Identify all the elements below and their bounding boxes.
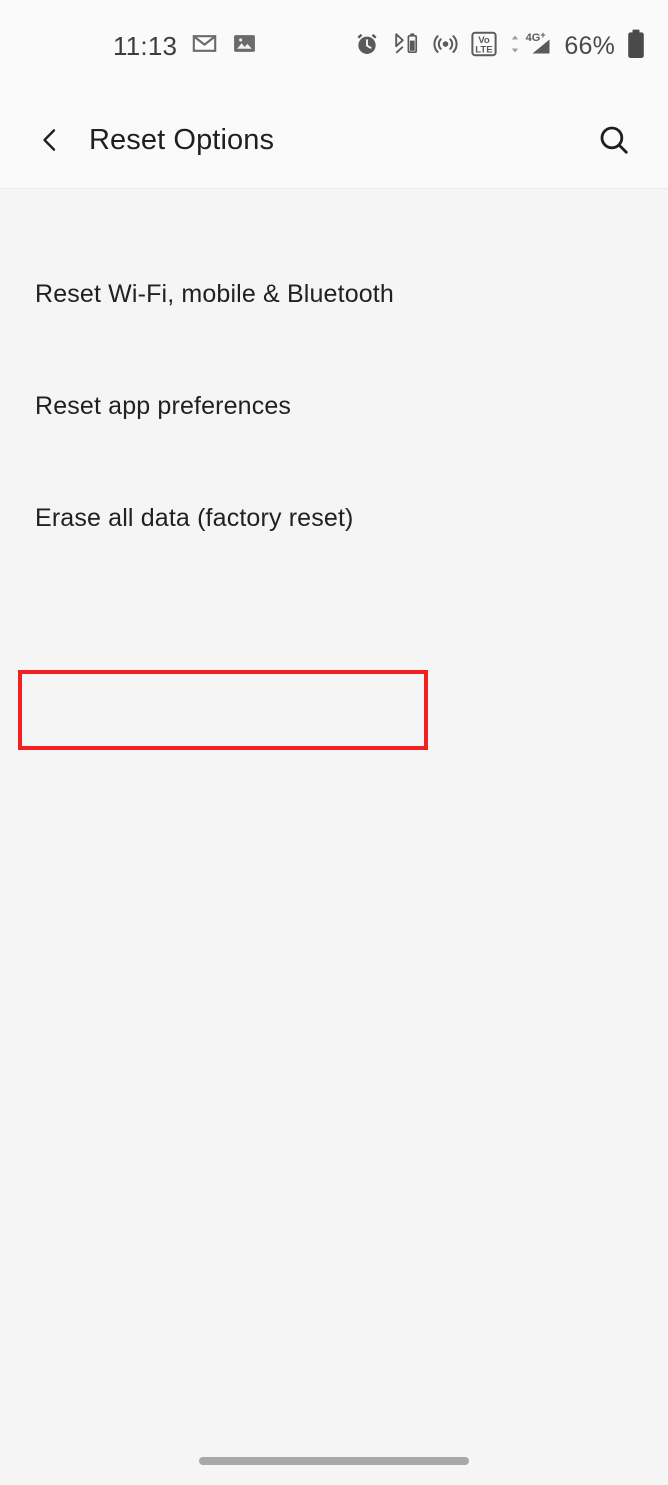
mobile-signal-icon: 4G + <box>509 30 553 63</box>
battery-icon <box>626 29 646 64</box>
svg-text:4G: 4G <box>526 32 541 44</box>
list-item-reset-network[interactable]: Reset Wi-Fi, mobile & Bluetooth <box>0 238 668 350</box>
svg-text:LTE: LTE <box>476 44 494 55</box>
status-bar: 11:13 Vo LTE 4G + 66% <box>0 0 668 92</box>
list-item-reset-app-preferences[interactable]: Reset app preferences <box>0 350 668 462</box>
battery-percent-label: 66% <box>564 31 615 60</box>
svg-text:+: + <box>541 30 546 40</box>
search-button[interactable] <box>585 111 643 169</box>
annotation-highlight-box <box>18 670 428 750</box>
photos-icon <box>232 31 257 61</box>
gesture-nav-bar <box>0 1433 668 1485</box>
list-item-label: Erase all data (factory reset) <box>35 503 354 532</box>
status-bar-right: Vo LTE 4G + 66% <box>354 29 646 64</box>
list-item-label: Reset Wi-Fi, mobile & Bluetooth <box>35 279 394 308</box>
bluetooth-battery-icon <box>391 31 421 62</box>
search-icon <box>600 126 628 154</box>
list-item-label: Reset app preferences <box>35 391 292 420</box>
app-bar: Reset Options <box>0 92 668 189</box>
gmail-icon <box>191 30 218 62</box>
reset-options-list: Reset Wi-Fi, mobile & Bluetooth Reset ap… <box>0 190 668 574</box>
status-clock: 11:13 <box>113 31 178 61</box>
page-title: Reset Options <box>89 123 275 156</box>
alarm-icon <box>354 31 380 62</box>
status-bar-left: 11:13 <box>113 30 257 62</box>
chevron-left-icon <box>43 129 56 151</box>
hotspot-icon <box>432 30 459 62</box>
back-button[interactable] <box>22 112 78 168</box>
settings-content: Reset Wi-Fi, mobile & Bluetooth Reset ap… <box>0 190 668 1485</box>
volte-icon: Vo LTE <box>470 30 498 63</box>
list-item-erase-all-data[interactable]: Erase all data (factory reset) <box>0 462 668 574</box>
home-gesture-pill[interactable] <box>199 1457 469 1465</box>
